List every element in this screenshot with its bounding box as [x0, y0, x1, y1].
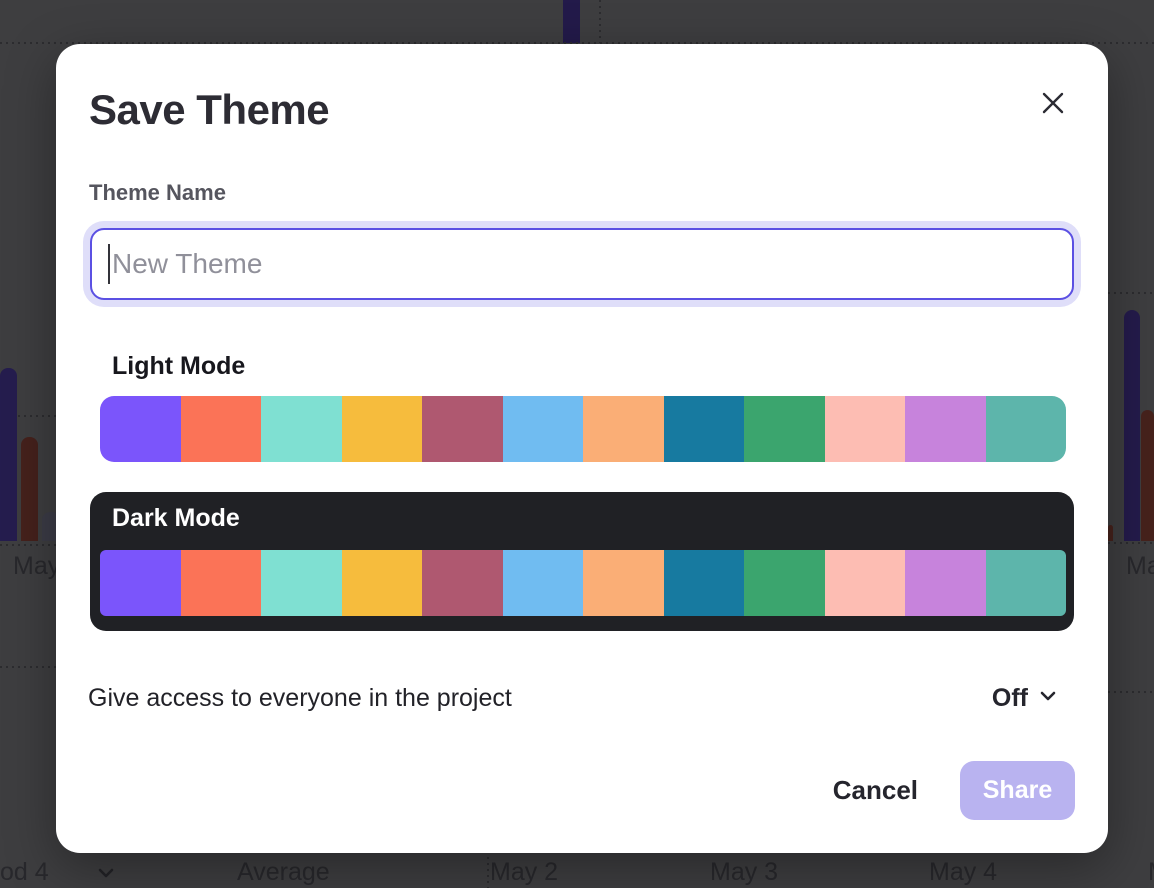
dark-mode-label: Dark Mode — [112, 504, 240, 533]
palette-swatch — [986, 550, 1067, 616]
palette-swatch — [825, 550, 906, 616]
access-dropdown[interactable]: Off — [992, 684, 1058, 713]
axis-label-may2: May 2 — [490, 858, 558, 887]
palette-swatch — [342, 396, 423, 462]
palette-swatch — [261, 396, 342, 462]
axis-label-period: od 4 — [0, 858, 49, 887]
text-cursor — [108, 244, 110, 284]
background-bar — [1108, 525, 1113, 541]
background-bar — [563, 0, 580, 43]
axis-label-may3: May 3 — [710, 858, 778, 887]
dark-palette — [100, 550, 1066, 616]
palette-swatch — [986, 396, 1067, 462]
palette-swatch — [744, 550, 825, 616]
access-label: Give access to everyone in the project — [88, 684, 512, 713]
background-bar — [1124, 310, 1140, 541]
gridline — [1108, 292, 1154, 294]
theme-name-input[interactable] — [90, 228, 1074, 300]
palette-swatch — [664, 396, 745, 462]
background-bar — [21, 437, 38, 541]
palette-swatch — [664, 550, 745, 616]
axis-line — [1108, 542, 1154, 544]
axis-label-edge: M — [1148, 858, 1154, 887]
cancel-button[interactable]: Cancel — [833, 775, 918, 806]
palette-swatch — [905, 550, 986, 616]
palette-swatch — [905, 396, 986, 462]
palette-swatch — [503, 396, 584, 462]
button-row: Cancel Share — [833, 760, 1075, 820]
palette-swatch — [583, 396, 664, 462]
share-button[interactable]: Share — [960, 761, 1075, 820]
dark-mode-card: Dark Mode — [90, 492, 1074, 631]
chevron-down-icon — [1038, 686, 1058, 711]
palette-swatch — [422, 396, 503, 462]
gridline — [599, 0, 601, 43]
palette-swatch — [503, 550, 584, 616]
palette-swatch — [100, 396, 181, 462]
save-theme-modal: Save Theme Theme Name Light Mode Dark Mo… — [56, 44, 1108, 853]
palette-swatch — [100, 550, 181, 616]
theme-name-label: Theme Name — [89, 180, 226, 206]
palette-swatch — [181, 396, 262, 462]
palette-swatch — [342, 550, 423, 616]
palette-swatch — [181, 550, 262, 616]
palette-swatch — [825, 396, 906, 462]
light-palette — [100, 396, 1066, 462]
gridline — [0, 666, 56, 668]
axis-label-average: Average — [237, 858, 330, 887]
access-value: Off — [992, 684, 1028, 713]
close-icon[interactable] — [1038, 88, 1068, 118]
palette-swatch — [422, 550, 503, 616]
light-mode-label: Light Mode — [112, 352, 245, 381]
palette-swatch — [583, 550, 664, 616]
palette-swatch — [744, 396, 825, 462]
axis-label-right: Ma — [1126, 552, 1154, 581]
background-bar — [1141, 410, 1154, 541]
palette-swatch — [261, 550, 342, 616]
axis-label-left: May — [13, 552, 60, 581]
page-title: Save Theme — [89, 86, 329, 134]
axis-label-may4: May 4 — [929, 858, 997, 887]
access-row: Give access to everyone in the project O… — [88, 680, 1058, 716]
chevron-down-icon — [95, 862, 117, 884]
background-bar — [0, 368, 17, 541]
axis-line — [0, 544, 56, 546]
gridline — [1108, 691, 1154, 693]
